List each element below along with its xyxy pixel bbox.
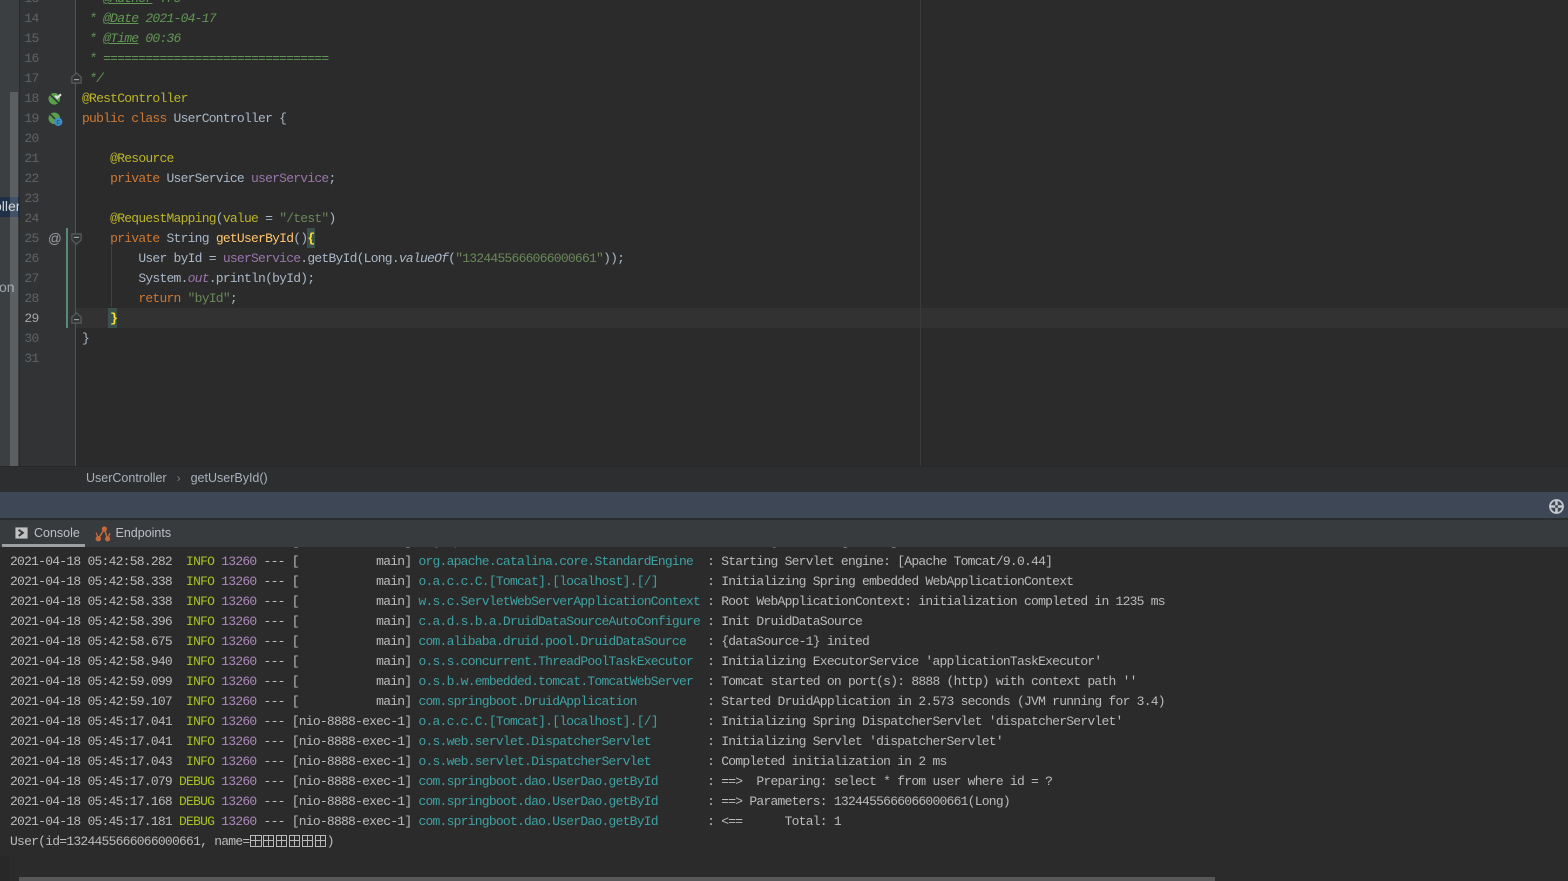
svg-text:c: c [56, 119, 60, 126]
